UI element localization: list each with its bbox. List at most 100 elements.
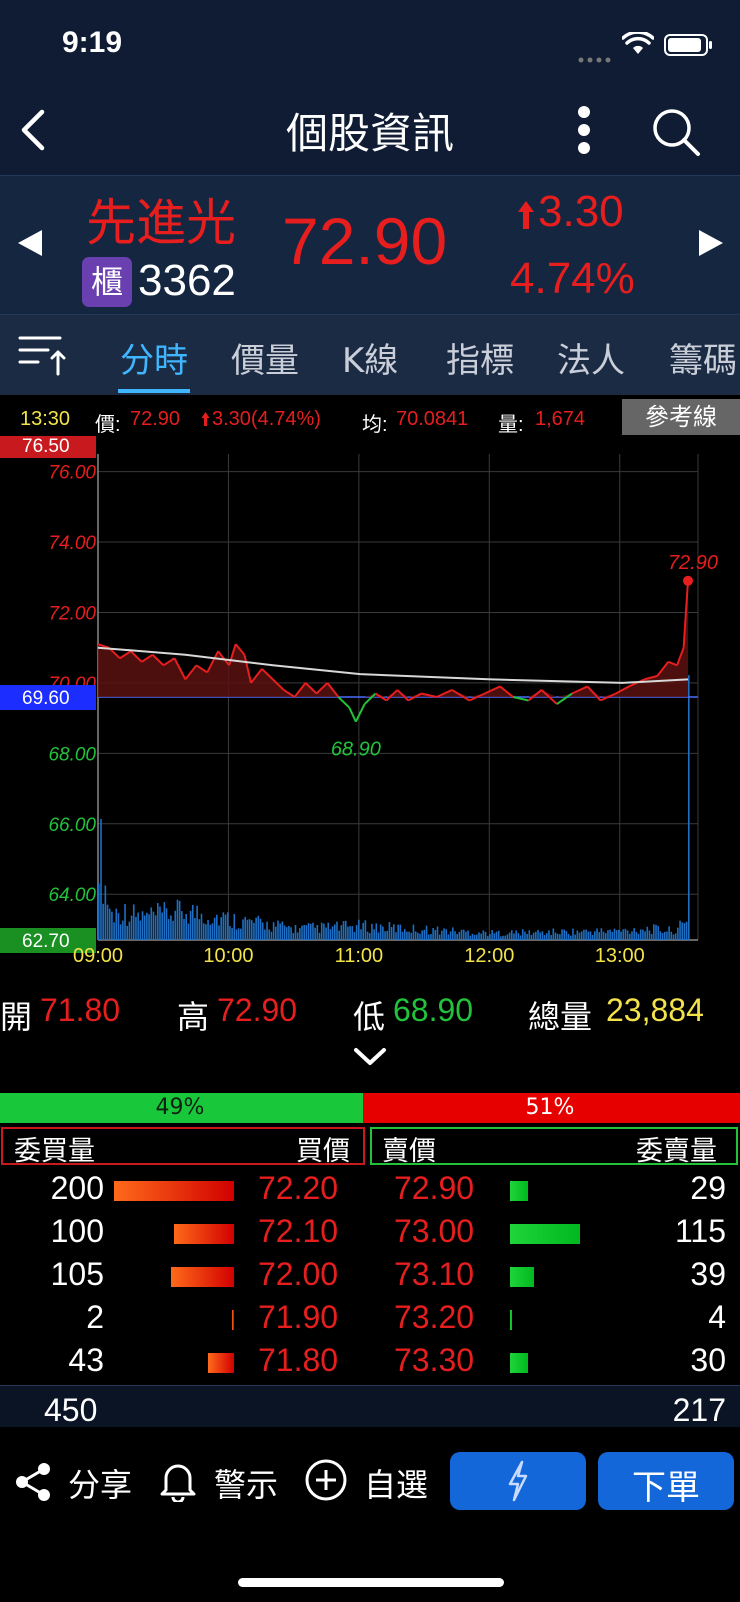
ask-price: 73.20	[394, 1299, 475, 1335]
volume-bar	[275, 926, 277, 940]
volume-bar	[124, 903, 126, 940]
volume-bar	[139, 920, 142, 940]
bid-depth-bar	[171, 1267, 234, 1287]
bid-qty: 200	[50, 1170, 104, 1206]
volume-bar	[327, 922, 330, 940]
volume-bar	[688, 675, 690, 940]
volume-bar	[502, 935, 504, 940]
volume-bar	[583, 929, 585, 940]
volume-bar	[183, 918, 185, 940]
volume-bar	[438, 934, 441, 940]
expand-chevron-icon[interactable]	[352, 1046, 388, 1072]
tick-time: 13:30	[20, 408, 71, 430]
ask-qty: 115	[674, 1213, 726, 1249]
volume-bar	[364, 920, 367, 940]
tab-institutional[interactable]: 法人	[557, 333, 625, 382]
volume-bar	[200, 913, 203, 940]
low-price-label: 68.90	[331, 739, 381, 761]
bid-qty: 105	[50, 1256, 104, 1292]
sort-menu-icon[interactable]	[18, 334, 66, 380]
ask-qty-header: 委賣量	[636, 1136, 717, 1167]
volume-bar	[152, 911, 155, 940]
tab-indicators[interactable]: 指標	[446, 333, 514, 382]
quick-order-button[interactable]	[450, 1452, 586, 1510]
more-menu-icon[interactable]	[572, 104, 596, 156]
volume-bar	[189, 910, 192, 940]
volume-bar	[685, 921, 688, 940]
volume-bar	[668, 926, 670, 940]
bid-depth-bar	[208, 1353, 234, 1373]
volume-bar	[325, 927, 327, 940]
y-tick-label: 64.00	[48, 885, 96, 906]
volume-bar	[285, 927, 288, 940]
tab-chips[interactable]: 籌碼	[669, 333, 737, 382]
share-button[interactable]: 分享	[10, 1456, 140, 1506]
volume-bar	[205, 924, 207, 940]
y-tick-label: 76.00	[48, 463, 96, 484]
volume-bar	[515, 930, 517, 940]
place-order-button[interactable]: 下單	[598, 1452, 734, 1510]
volume-bar	[410, 932, 413, 940]
volume-bar	[336, 921, 338, 940]
volume-bar	[115, 908, 118, 940]
volume-bar	[209, 924, 212, 940]
volume-bar	[264, 929, 266, 940]
watchlist-button[interactable]: 自選	[304, 1456, 434, 1506]
search-icon[interactable]	[650, 106, 702, 158]
reference-line-button[interactable]: 參考線	[622, 399, 740, 435]
volume-bar	[511, 930, 513, 940]
volume-bar	[484, 931, 487, 940]
stock-name: 先進光	[86, 194, 236, 252]
tab-price-volume[interactable]: 價量	[231, 333, 299, 382]
volume-bar	[504, 935, 507, 940]
order-book-totals: 450 217	[0, 1385, 740, 1428]
volume-bar	[465, 931, 467, 940]
volume-bar	[683, 923, 686, 940]
volume-bar	[233, 913, 236, 940]
volume-bar	[113, 922, 115, 940]
volume-bar	[602, 931, 605, 940]
open-value: 71.80	[40, 992, 121, 1028]
ask-price: 72.90	[394, 1170, 475, 1206]
volume-bar	[624, 928, 627, 940]
volume-bar	[591, 934, 594, 940]
tab-kline[interactable]: K線	[342, 333, 398, 382]
volume-bar	[268, 929, 271, 940]
intraday-chart[interactable]: 76.0074.0072.0070.0068.0066.0064.0076.50…	[0, 436, 740, 966]
ask-depth-bar	[510, 1267, 534, 1287]
volume-bar	[460, 929, 463, 940]
volume-bar	[213, 917, 216, 940]
tab-intraday[interactable]: 分時	[120, 333, 188, 382]
bid-qty: 100	[50, 1213, 104, 1249]
volume-bar	[489, 934, 491, 940]
volume-bar	[532, 932, 535, 940]
volume-bar	[231, 927, 233, 940]
volume-bar	[218, 925, 220, 940]
volume-bar	[255, 917, 257, 940]
volume-bar	[102, 903, 104, 940]
alert-button[interactable]: 警示	[156, 1456, 286, 1506]
volume-bar	[406, 931, 408, 940]
volume-bar	[441, 930, 443, 940]
tick-price-label: 價:	[95, 414, 121, 436]
volume-bar	[613, 928, 616, 940]
volume-bar	[130, 915, 133, 940]
volume-bar	[659, 931, 662, 940]
volume-bar	[216, 914, 218, 940]
bid-price: 72.00	[258, 1256, 339, 1292]
prev-stock-icon[interactable]	[16, 228, 44, 262]
watchlist-label: 自選	[364, 1466, 429, 1504]
volume-bar	[423, 929, 426, 940]
volume-bar	[119, 924, 122, 940]
volume-bar	[185, 913, 188, 940]
bid-price: 72.10	[258, 1213, 339, 1249]
volume-bar	[220, 917, 222, 940]
volume-bar	[443, 928, 445, 940]
volume-bar	[609, 929, 611, 940]
volume-bar	[607, 930, 609, 940]
volume-bar	[257, 915, 260, 940]
ask-price: 73.10	[394, 1256, 475, 1292]
volume-bar	[375, 923, 378, 940]
next-stock-icon[interactable]	[697, 228, 725, 262]
volume-bar	[157, 903, 159, 940]
